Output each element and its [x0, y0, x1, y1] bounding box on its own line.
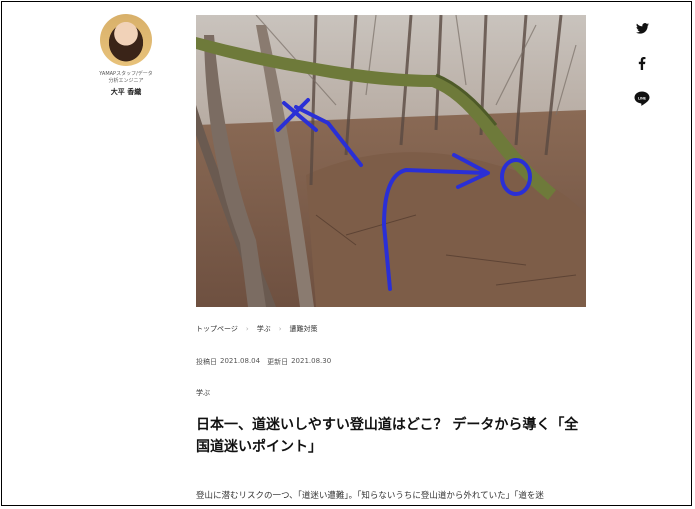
breadcrumb-learn[interactable]: 学ぶ [257, 324, 271, 334]
avatar-badge: ! [106, 16, 109, 22]
line-label: LINE [638, 96, 647, 100]
line-icon: LINE [634, 91, 650, 106]
breadcrumb: トップページ › 学ぶ › 遭難対策 [196, 324, 318, 334]
share-buttons: LINE [632, 18, 652, 123]
facebook-icon [638, 56, 646, 70]
breadcrumb-top[interactable]: トップページ [196, 324, 238, 334]
twitter-share-button[interactable] [632, 18, 652, 38]
avatar[interactable]: ! [100, 14, 152, 66]
facebook-share-button[interactable] [632, 53, 652, 73]
post-dates: 投稿日 2021.08.04 更新日 2021.08.30 [196, 357, 331, 367]
author-role: YAMAPスタッフ/データ 分析エンジニア [99, 71, 153, 84]
category-link[interactable]: 学ぶ [196, 388, 210, 398]
line-share-button[interactable]: LINE [632, 88, 652, 108]
article-title: 日本一、道迷いしやすい登山道はどこ？ データから導く「全国道迷いポイント」 [196, 417, 579, 455]
breadcrumb-separator: › [278, 325, 282, 333]
breadcrumb-separator: › [245, 325, 249, 333]
updated-date: 2021.08.30 [291, 357, 332, 365]
breadcrumb-current[interactable]: 遭難対策 [290, 324, 318, 334]
hero-image [196, 15, 586, 307]
author-card[interactable]: ! YAMAPスタッフ/データ 分析エンジニア 大平 香織 [92, 14, 160, 97]
published-date: 2021.08.04 [220, 357, 261, 365]
twitter-icon [635, 22, 649, 34]
updated-label: 更新日 [267, 358, 289, 366]
article-lead: 登山に潜むリスクの一つ、「道迷い遭難」。「知らないうちに登山道から外れていた」「… [196, 491, 544, 501]
author-name[interactable]: 大平 香織 [92, 87, 160, 97]
published-label: 投稿日 [196, 358, 217, 366]
